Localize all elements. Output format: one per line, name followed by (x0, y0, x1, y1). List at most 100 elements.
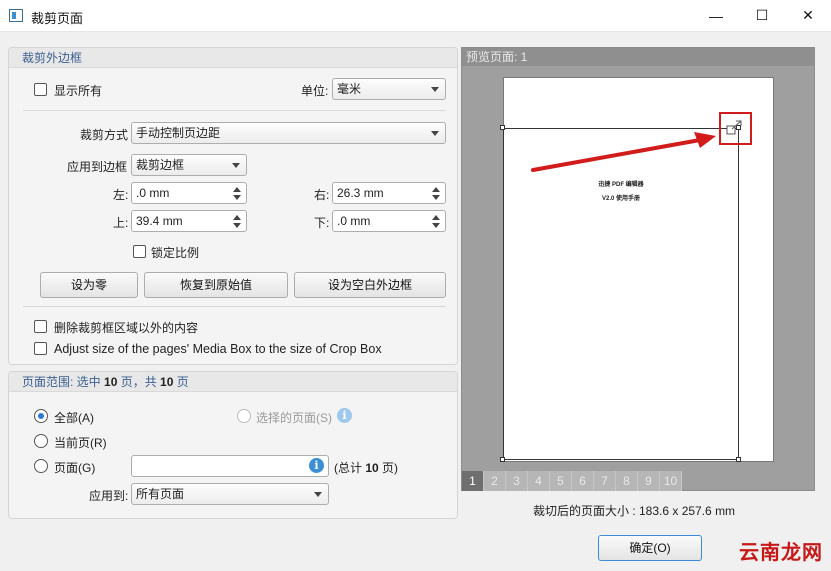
arrow-icon (531, 132, 716, 172)
bottom-margin-stepper[interactable]: .0 mm (332, 210, 446, 232)
pages-radio[interactable] (34, 459, 48, 473)
crop-box[interactable]: 迅捷 PDF 编辑器 V2.0 使用手册 (503, 128, 739, 460)
divider (23, 306, 446, 307)
apply-to-value: 所有页面 (136, 487, 185, 501)
close-button[interactable]: ✕ (785, 0, 831, 31)
crop-margins-title: 裁剪外边框 (9, 48, 457, 68)
set-zero-button[interactable]: 设为零 (40, 272, 138, 298)
resize-icon[interactable] (726, 120, 744, 136)
delete-outside-checkbox[interactable] (34, 320, 47, 333)
page-tab-3[interactable]: 3 (506, 471, 528, 491)
page-range-title-prefix: 页面范围: 选中 (22, 375, 105, 389)
crop-method-label: 裁剪方式 (80, 128, 129, 142)
top-margin-value: 39.4 mm (136, 214, 183, 228)
total-pages-suffix: 页) (378, 461, 399, 475)
spin-up-icon[interactable] (233, 187, 241, 192)
maximize-button[interactable]: ☐ (739, 0, 785, 31)
spin-down-icon[interactable] (432, 195, 440, 200)
chevron-down-icon (431, 87, 439, 92)
chevron-down-icon (431, 131, 439, 136)
delete-outside-label: 删除裁剪框区域以外的内容 (54, 321, 199, 335)
set-blank-margins-button[interactable]: 设为空白外边框 (294, 272, 446, 298)
page-tabs: 1 2 3 4 5 6 7 8 9 10 (462, 471, 682, 491)
spin-up-icon[interactable] (432, 215, 440, 220)
page-tab-2[interactable]: 2 (484, 471, 506, 491)
unit-value: 毫米 (337, 82, 362, 96)
total-pages-prefix: (总计 (334, 461, 366, 475)
unit-select[interactable]: 毫米 (332, 78, 446, 100)
app-icon (9, 9, 23, 22)
all-pages-radio[interactable] (34, 409, 48, 423)
page-range-panel: 页面范围: 选中 10 页，共 10 页 全部(A) 选择的页面(S) i 当前… (8, 371, 458, 519)
selected-count: 10 (104, 375, 118, 389)
adjust-media-box-checkbox[interactable] (34, 342, 47, 355)
crop-handle-bottom-left[interactable] (500, 457, 505, 462)
divider (23, 110, 446, 111)
left-margin-value: .0 mm (136, 186, 170, 200)
spin-down-icon[interactable] (233, 223, 241, 228)
page-tab-9[interactable]: 9 (638, 471, 660, 491)
crop-handle-bottom-right[interactable] (736, 457, 741, 462)
apply-to-select[interactable]: 所有页面 (131, 483, 329, 505)
preview-title: 预览页面: 1 (462, 48, 814, 66)
spin-up-icon[interactable] (233, 215, 241, 220)
page-tab-4[interactable]: 4 (528, 471, 550, 491)
info-icon[interactable]: i (309, 458, 324, 473)
ok-button[interactable]: 确定(O) (598, 535, 702, 561)
page-range-title-suffix: 页 (173, 375, 189, 389)
doc-title-text: 迅捷 PDF 编辑器 (598, 182, 644, 188)
lock-ratio-checkbox[interactable] (133, 245, 146, 258)
total-pages-value: 10 (365, 461, 379, 475)
crop-method-value: 手动控制页边距 (136, 126, 221, 140)
selected-pages-radio[interactable] (237, 409, 251, 423)
chevron-down-icon (232, 163, 240, 168)
show-all-label: 显示所有 (54, 84, 103, 98)
top-margin-stepper[interactable]: 39.4 mm (131, 210, 247, 232)
apply-to-box-label: 应用到边框 (67, 160, 128, 174)
bottom-margin-label: 下: (314, 216, 330, 230)
window-title: 裁剪页面 (31, 11, 84, 26)
total-count: 10 (160, 375, 174, 389)
right-margin-stepper[interactable]: 26.3 mm (332, 182, 446, 204)
crop-handle-top-left[interactable] (500, 125, 505, 130)
cropped-size-text: 裁切后的页面大小 : 183.6 x 257.6 mm (533, 504, 736, 518)
apply-to-label: 应用到: (89, 489, 129, 503)
selected-pages-label: 选择的页面(S) (256, 411, 332, 425)
right-margin-value: 26.3 mm (337, 186, 384, 200)
pages-input[interactable] (131, 455, 329, 477)
left-margin-stepper[interactable]: .0 mm (131, 182, 247, 204)
doc-subtitle-text: V2.0 使用手册 (601, 196, 640, 202)
restore-original-button[interactable]: 恢复到原始值 (144, 272, 288, 298)
crop-method-select[interactable]: 手动控制页边距 (131, 122, 446, 144)
page-tab-6[interactable]: 6 (572, 471, 594, 491)
current-page-radio[interactable] (34, 434, 48, 448)
apply-to-box-select[interactable]: 裁剪边框 (131, 154, 247, 176)
spin-down-icon[interactable] (432, 223, 440, 228)
pages-label: 页面(G) (54, 461, 96, 475)
page-tab-8[interactable]: 8 (616, 471, 638, 491)
page-tab-5[interactable]: 5 (550, 471, 572, 491)
page-tab-7[interactable]: 7 (594, 471, 616, 491)
info-icon[interactable]: i (337, 408, 352, 423)
left-margin-label: 左: (113, 188, 129, 202)
preview-panel: 预览页面: 1 迅捷 PDF 编辑器 V2.0 使用手册 1 2 3 4 5 6… (461, 47, 815, 491)
spin-up-icon[interactable] (432, 187, 440, 192)
page-tab-10[interactable]: 10 (660, 471, 682, 491)
page-tab-1[interactable]: 1 (462, 471, 484, 491)
current-page-label: 当前页(R) (54, 436, 107, 450)
chevron-down-icon (314, 492, 322, 497)
page-range-title: 页面范围: 选中 10 页，共 10 页 (9, 372, 457, 392)
unit-label: 单位: (301, 84, 329, 98)
apply-to-box-value: 裁剪边框 (136, 158, 185, 172)
all-pages-label: 全部(A) (54, 411, 94, 425)
title-bar: 裁剪页面 — ☐ ✕ (0, 0, 831, 32)
spin-down-icon[interactable] (233, 195, 241, 200)
crop-margins-panel: 裁剪外边框 显示所有 单位: 毫米 裁剪方式 手动控制页边距 应用到边框 裁剪边… (8, 47, 458, 365)
minimize-button[interactable]: — (693, 0, 739, 31)
lock-ratio-label: 锁定比例 (151, 246, 200, 260)
right-margin-label: 右: (314, 188, 330, 202)
watermark-logo: 云南龙网 (739, 542, 823, 564)
show-all-checkbox[interactable] (34, 83, 47, 96)
adjust-media-box-label: Adjust size of the pages' Media Box to t… (54, 342, 382, 356)
page-range-title-mid: 页，共 (117, 375, 161, 389)
